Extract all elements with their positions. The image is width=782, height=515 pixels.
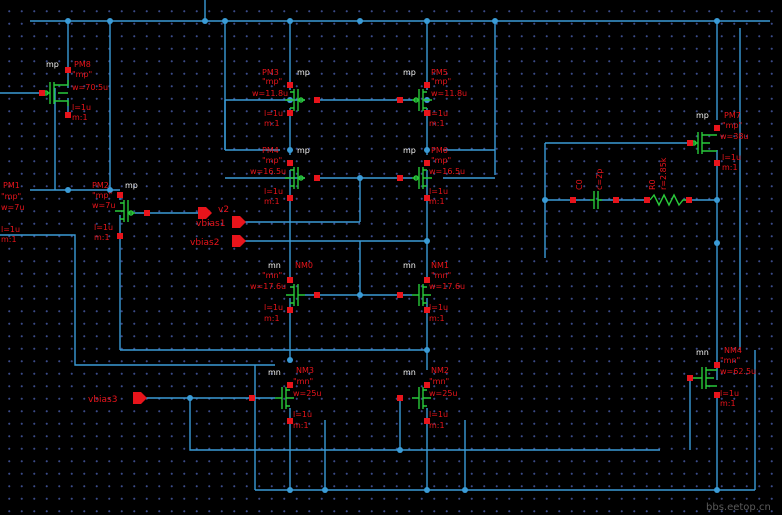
nm2-w: w=25u — [429, 389, 458, 398]
nm0-w: w=17.6u — [250, 282, 286, 291]
nm2-l: l=1u — [429, 410, 448, 419]
pm4-m: m:1 — [264, 197, 280, 206]
pm2-model: "mp" — [92, 191, 112, 200]
pm3-name: PM3 — [262, 68, 279, 77]
pm6-m: m:1 — [429, 197, 445, 206]
nm0-l: l=1u — [264, 303, 283, 312]
pm7-w: w=38u — [720, 132, 749, 141]
pm4-model: "mp" — [262, 156, 282, 165]
pm5-type: mp — [403, 68, 416, 77]
nm4-w: w=62.5u — [720, 367, 756, 376]
nm4-m: m:1 — [720, 399, 736, 408]
nm3-type: mn — [268, 368, 281, 377]
pm1-model: "mp" — [1, 192, 21, 201]
pm7-l: l=1u — [722, 153, 741, 162]
vbias2-pin[interactable] — [232, 235, 246, 247]
res-name: R0 — [648, 179, 657, 190]
nm3-w: w=25u — [293, 389, 322, 398]
pm3-l: l=1u — [264, 109, 283, 118]
pm4-type: mp — [297, 146, 310, 155]
nm1-model: "mn" — [431, 271, 451, 280]
pm2-w: w=7u — [92, 201, 115, 210]
pm1-w: w=7u — [1, 203, 24, 212]
nm0-name: NM0 — [295, 261, 313, 270]
nm0-type: mn — [268, 261, 281, 270]
pm5-w: w=11.8u — [431, 89, 467, 98]
vbias3-pin[interactable] — [133, 392, 147, 404]
nm0-m: m:1 — [264, 314, 280, 323]
pm2-m: m:1 — [94, 233, 110, 242]
pm6-name: PM6 — [431, 146, 448, 155]
nm4-model: "mn" — [720, 356, 740, 365]
pm6-model: "mp" — [431, 156, 451, 165]
nm4-name: NM4 — [724, 346, 742, 355]
pm4-l: l=1u — [264, 187, 283, 196]
nm3-l: l=1u — [293, 410, 312, 419]
pm3-type: mp — [297, 68, 310, 77]
res-value: r=2.85k — [659, 157, 668, 190]
cap-value: c=2p — [595, 169, 604, 190]
pm6-type: mp — [403, 146, 416, 155]
pm5-m: m:1 — [429, 119, 445, 128]
device-pins — [39, 67, 720, 424]
vbias3-pin-label: vbias3 — [88, 395, 117, 405]
pm3-w: w=11.8u — [252, 89, 288, 98]
pm8-name: PM8 — [74, 60, 91, 69]
nm1-type: mn — [403, 261, 416, 270]
nm3-name: NM3 — [296, 366, 314, 375]
nm0-model: "mn" — [262, 271, 282, 280]
nm2-name: NM2 — [431, 366, 449, 375]
io-pins[interactable]: v2 vbias1 vbias2 vbias3 — [88, 205, 246, 405]
pm5-name: PM5 — [431, 68, 448, 77]
pm1-name: PM1 — [3, 181, 20, 190]
pm7-model: "mp" — [722, 121, 742, 130]
pm2-name: PM2 — [92, 181, 109, 190]
nm2-model: "mn" — [429, 377, 449, 386]
device-labels: mp PM8 "mp" w=70.5u l=1u m:1 PM3 mp "mp"… — [1, 60, 756, 430]
pm4-w: w=16.5u — [250, 167, 286, 176]
pm2-type: mp — [125, 181, 138, 190]
pm7-name: PM7 — [724, 111, 741, 120]
pm3-model: "mp" — [262, 77, 282, 86]
pm7-type: mp — [696, 111, 709, 120]
nm1-name: NM1 — [431, 261, 449, 270]
schematic-svg: mp PM8 "mp" w=70.5u l=1u m:1 PM3 mp "mp"… — [0, 0, 771, 513]
cap-name: C0 — [575, 179, 584, 190]
pm3-m: m:1 — [264, 119, 280, 128]
watermark: bbs.eetop.cn — [706, 502, 771, 513]
nm1-l: l=1u — [429, 303, 448, 312]
v2-pin[interactable] — [232, 216, 246, 228]
junctions — [65, 18, 720, 493]
nm3-model: "mn" — [293, 377, 313, 386]
vbias1-pin[interactable] — [198, 207, 212, 219]
nm2-type: mn — [403, 368, 416, 377]
vbias2-pin-label: vbias2 — [190, 238, 219, 248]
pm6-w: w=16.5u — [429, 167, 465, 176]
wires — [0, 0, 770, 491]
nm1-w: w=17.6u — [429, 282, 465, 291]
pm8-type: mp — [46, 60, 59, 69]
nm2-m: m:1 — [429, 421, 445, 430]
pm7-m: m:1 — [722, 163, 738, 172]
schematic-canvas: mp PM8 "mp" w=70.5u l=1u m:1 PM3 mp "mp"… — [0, 0, 782, 515]
pm8-w: w=70.5u — [72, 83, 108, 92]
pm5-l: l=1u — [429, 109, 448, 118]
pm8-m: m:1 — [72, 113, 88, 122]
nm3-m: m:1 — [293, 421, 309, 430]
pm5-model: "mp" — [431, 77, 451, 86]
pm6-l: l=1u — [429, 187, 448, 196]
pm8-model: "mp" — [72, 70, 92, 79]
nm1-m: m:1 — [429, 314, 445, 323]
device-symbols — [42, 80, 717, 409]
pm8-l: l=1u — [72, 103, 91, 112]
pm4-name: PM4 — [262, 146, 279, 155]
pm1-l: l=1u — [1, 225, 20, 234]
pm1-m: m:1 — [1, 235, 17, 244]
nm4-l: l=1u — [720, 389, 739, 398]
nm4-type: mn — [696, 348, 709, 357]
vbias1-pin-label: vbias1 — [196, 219, 225, 229]
pm2-l: l=1u — [94, 223, 113, 232]
v2-pin-label: v2 — [218, 205, 229, 215]
